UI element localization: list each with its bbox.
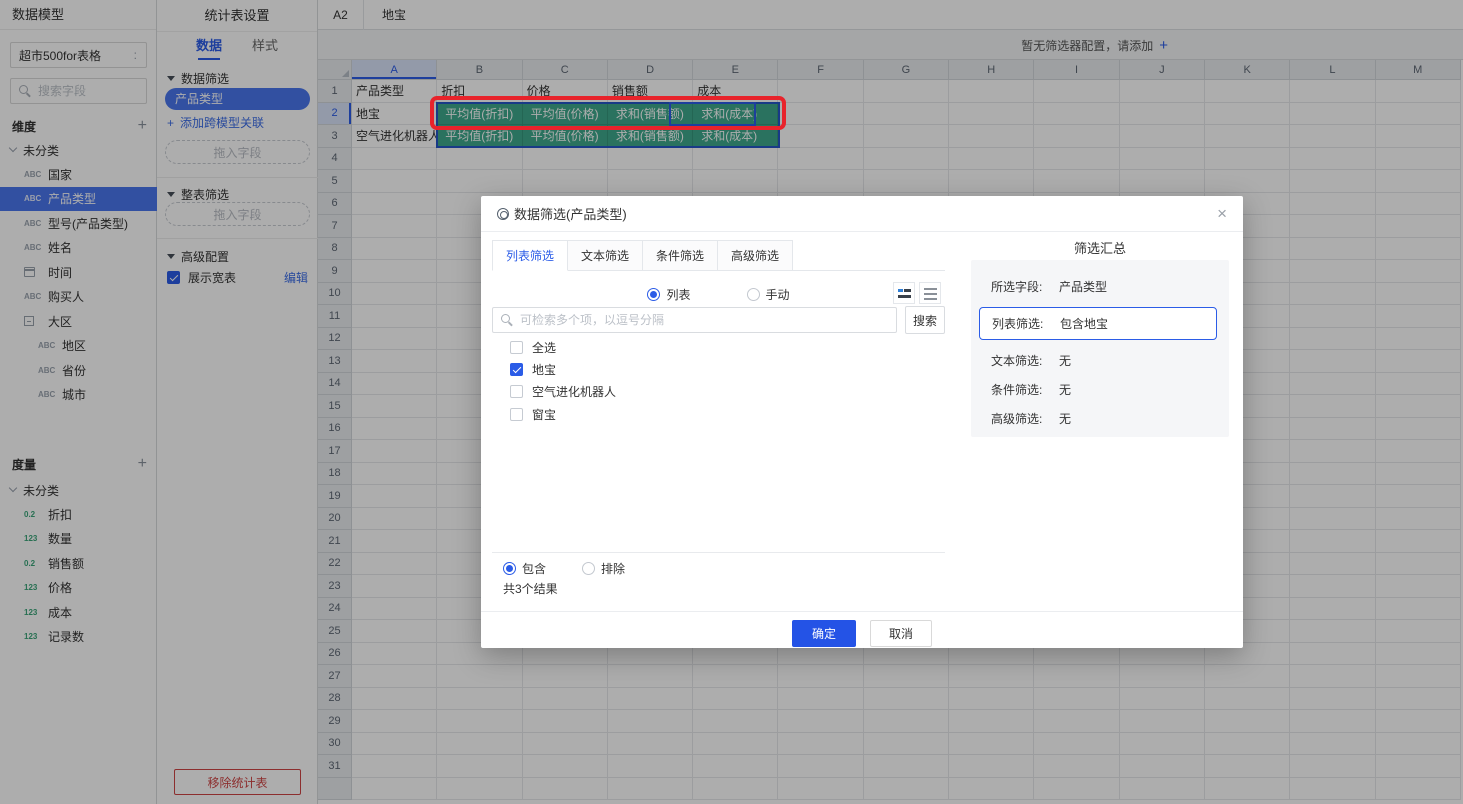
checkbox-icon[interactable]	[510, 408, 523, 421]
radio-icon	[647, 288, 660, 301]
result-count: 共3个结果	[503, 580, 558, 597]
search-button[interactable]: 搜索	[905, 306, 945, 334]
filter-settings-icon	[497, 208, 509, 220]
summary-label: 高级筛选:	[991, 410, 1049, 427]
summary-value: 无	[1059, 381, 1071, 398]
dialog-tab-高级筛选[interactable]: 高级筛选	[717, 240, 793, 271]
mode-radio-group: 列表 手动	[492, 284, 945, 304]
radio-icon	[582, 562, 595, 575]
option-label: 空气进化机器人	[532, 383, 616, 400]
radio-label: 列表	[666, 286, 690, 303]
dialog-search-input[interactable]	[520, 313, 888, 327]
checkbox-icon[interactable]	[510, 363, 523, 376]
summary-row: 文本筛选: 无	[971, 352, 1229, 369]
divider	[481, 611, 1243, 612]
summary-value: 无	[1059, 352, 1071, 369]
ok-button[interactable]: 确定	[792, 620, 856, 647]
search-icon	[501, 314, 514, 327]
dialog-header: 数据筛选(产品类型) ×	[481, 196, 1243, 232]
radio-排除[interactable]: 排除	[582, 560, 625, 577]
option-label: 地宝	[532, 361, 556, 378]
divider	[492, 552, 945, 553]
summary-value: 无	[1059, 410, 1071, 427]
cancel-button[interactable]: 取消	[870, 620, 932, 647]
radio-label: 包含	[522, 560, 546, 577]
summary-row: 高级筛选: 无	[971, 410, 1229, 427]
dialog-footer: 确定 取消	[481, 620, 1243, 647]
summary-label: 列表筛选:	[992, 315, 1050, 332]
value-checkbox-list: 全选地宝空气进化机器人窗宝	[510, 336, 930, 426]
radio-列表[interactable]: 列表	[647, 286, 690, 303]
filter-summary-box: 所选字段:产品类型列表筛选:包含地宝文本筛选:无条件筛选:无高级筛选:无	[971, 260, 1229, 437]
list-view-icon[interactable]	[919, 282, 941, 304]
view-icons	[893, 282, 941, 304]
summary-label: 条件筛选:	[991, 381, 1049, 398]
list-option-窗宝[interactable]: 窗宝	[510, 403, 930, 425]
radio-label: 排除	[601, 560, 625, 577]
dialog-tab-文本筛选[interactable]: 文本筛选	[567, 240, 643, 271]
option-label: 窗宝	[532, 406, 556, 423]
dialog-search-box[interactable]	[492, 307, 897, 333]
radio-label: 手动	[766, 286, 790, 303]
checkbox-icon[interactable]	[510, 385, 523, 398]
radio-手动[interactable]: 手动	[747, 286, 790, 303]
dialog-tab-列表筛选[interactable]: 列表筛选	[492, 240, 568, 271]
list-option-空气进化机器人[interactable]: 空气进化机器人	[510, 381, 930, 403]
sort-bars-icon[interactable]	[893, 282, 915, 304]
summary-title: 筛选汇总	[971, 238, 1229, 257]
option-label: 全选	[532, 339, 556, 356]
checkbox-icon[interactable]	[510, 341, 523, 354]
summary-row: 列表筛选: 包含地宝	[979, 307, 1217, 340]
list-option-地宝[interactable]: 地宝	[510, 358, 930, 380]
summary-label: 所选字段:	[991, 278, 1049, 295]
summary-value: 产品类型	[1059, 278, 1107, 295]
radio-icon	[503, 562, 516, 575]
summary-row: 所选字段: 产品类型	[971, 278, 1229, 295]
summary-value: 包含地宝	[1060, 315, 1108, 332]
data-filter-dialog: 数据筛选(产品类型) × 列表筛选文本筛选条件筛选高级筛选 列表 手动 搜索 全选…	[481, 196, 1243, 648]
list-option-全选[interactable]: 全选	[510, 336, 930, 358]
include-radio-group: 包含 排除	[503, 558, 625, 578]
summary-row: 条件筛选: 无	[971, 381, 1229, 398]
radio-icon	[747, 288, 760, 301]
radio-包含[interactable]: 包含	[503, 560, 546, 577]
dialog-tabs: 列表筛选文本筛选条件筛选高级筛选	[492, 240, 792, 271]
app-root: 数据模型 超市500for表格 : 维度 + 未分类 ABC国家ABC产品类型A…	[0, 0, 1463, 804]
close-icon[interactable]: ×	[1217, 205, 1227, 222]
summary-label: 文本筛选:	[991, 352, 1049, 369]
dialog-tab-条件筛选[interactable]: 条件筛选	[642, 240, 718, 271]
dialog-title: 数据筛选(产品类型)	[514, 204, 627, 223]
